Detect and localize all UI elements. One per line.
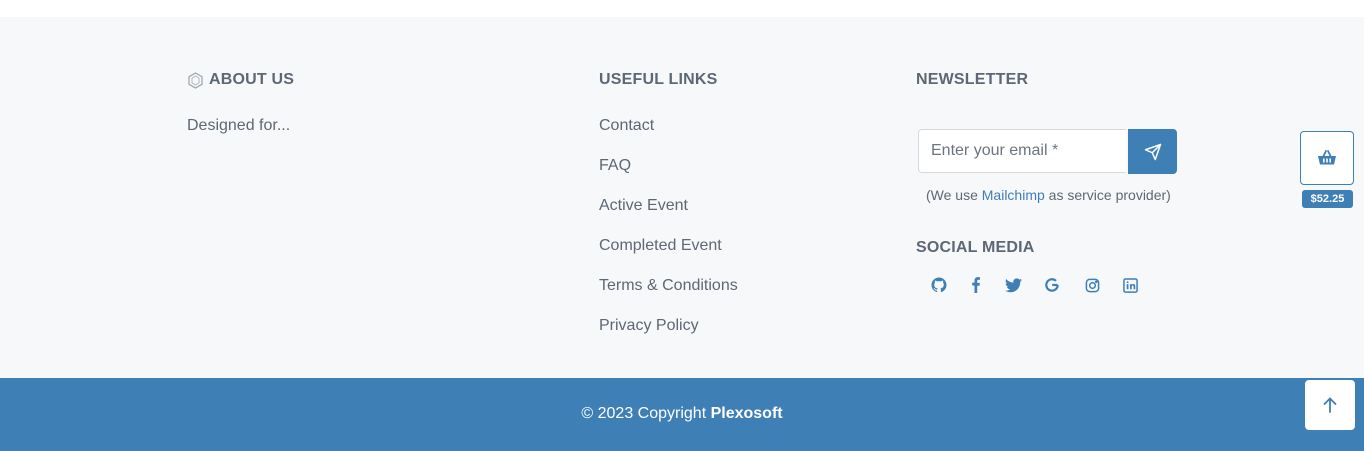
- about-heading: ABOUT US: [187, 70, 294, 90]
- mailchimp-link[interactable]: Mailchimp: [982, 187, 1045, 203]
- email-input[interactable]: [918, 129, 1126, 173]
- facebook-icon[interactable]: [967, 276, 985, 294]
- copyright-text: © 2023 Copyright Plexosoft: [0, 404, 1364, 424]
- back-to-top-button[interactable]: [1305, 380, 1355, 430]
- basket-icon: [1318, 150, 1336, 165]
- copyright-label: © 2023 Copyright: [581, 405, 711, 422]
- provider-note-prefix: (We use: [926, 187, 982, 203]
- cart-total-badge: $52.25: [1302, 190, 1353, 208]
- subscribe-button[interactable]: [1128, 129, 1177, 174]
- social-media-title: SOCIAL MEDIA: [916, 239, 1035, 256]
- about-title: ABOUT US: [209, 71, 295, 88]
- about-text: Designed for...: [187, 117, 291, 134]
- company-name: Plexosoft: [710, 405, 783, 422]
- cart-button[interactable]: [1300, 131, 1354, 185]
- top-strip: [0, 0, 1364, 17]
- provider-note: (We use Mailchimp as service provider): [926, 186, 1171, 204]
- useful-links-title: USEFUL LINKS: [599, 71, 718, 88]
- link-faq[interactable]: FAQ: [599, 156, 631, 176]
- instagram-icon[interactable]: [1083, 276, 1101, 294]
- arrow-up-icon: [1323, 397, 1337, 413]
- github-icon[interactable]: [930, 276, 948, 294]
- link-terms-conditions[interactable]: Terms & Conditions: [599, 276, 738, 296]
- google-icon[interactable]: [1043, 276, 1061, 294]
- linkedin-icon[interactable]: [1121, 276, 1139, 294]
- hexagon-logo-icon: [188, 71, 203, 89]
- link-active-event[interactable]: Active Event: [599, 196, 688, 216]
- provider-note-suffix: as service provider): [1044, 187, 1171, 203]
- send-icon: [1144, 143, 1161, 160]
- link-privacy-policy[interactable]: Privacy Policy: [599, 316, 699, 336]
- link-completed-event[interactable]: Completed Event: [599, 236, 722, 256]
- newsletter-title: NEWSLETTER: [916, 71, 1029, 88]
- link-contact[interactable]: Contact: [599, 116, 654, 136]
- twitter-icon[interactable]: [1004, 276, 1022, 294]
